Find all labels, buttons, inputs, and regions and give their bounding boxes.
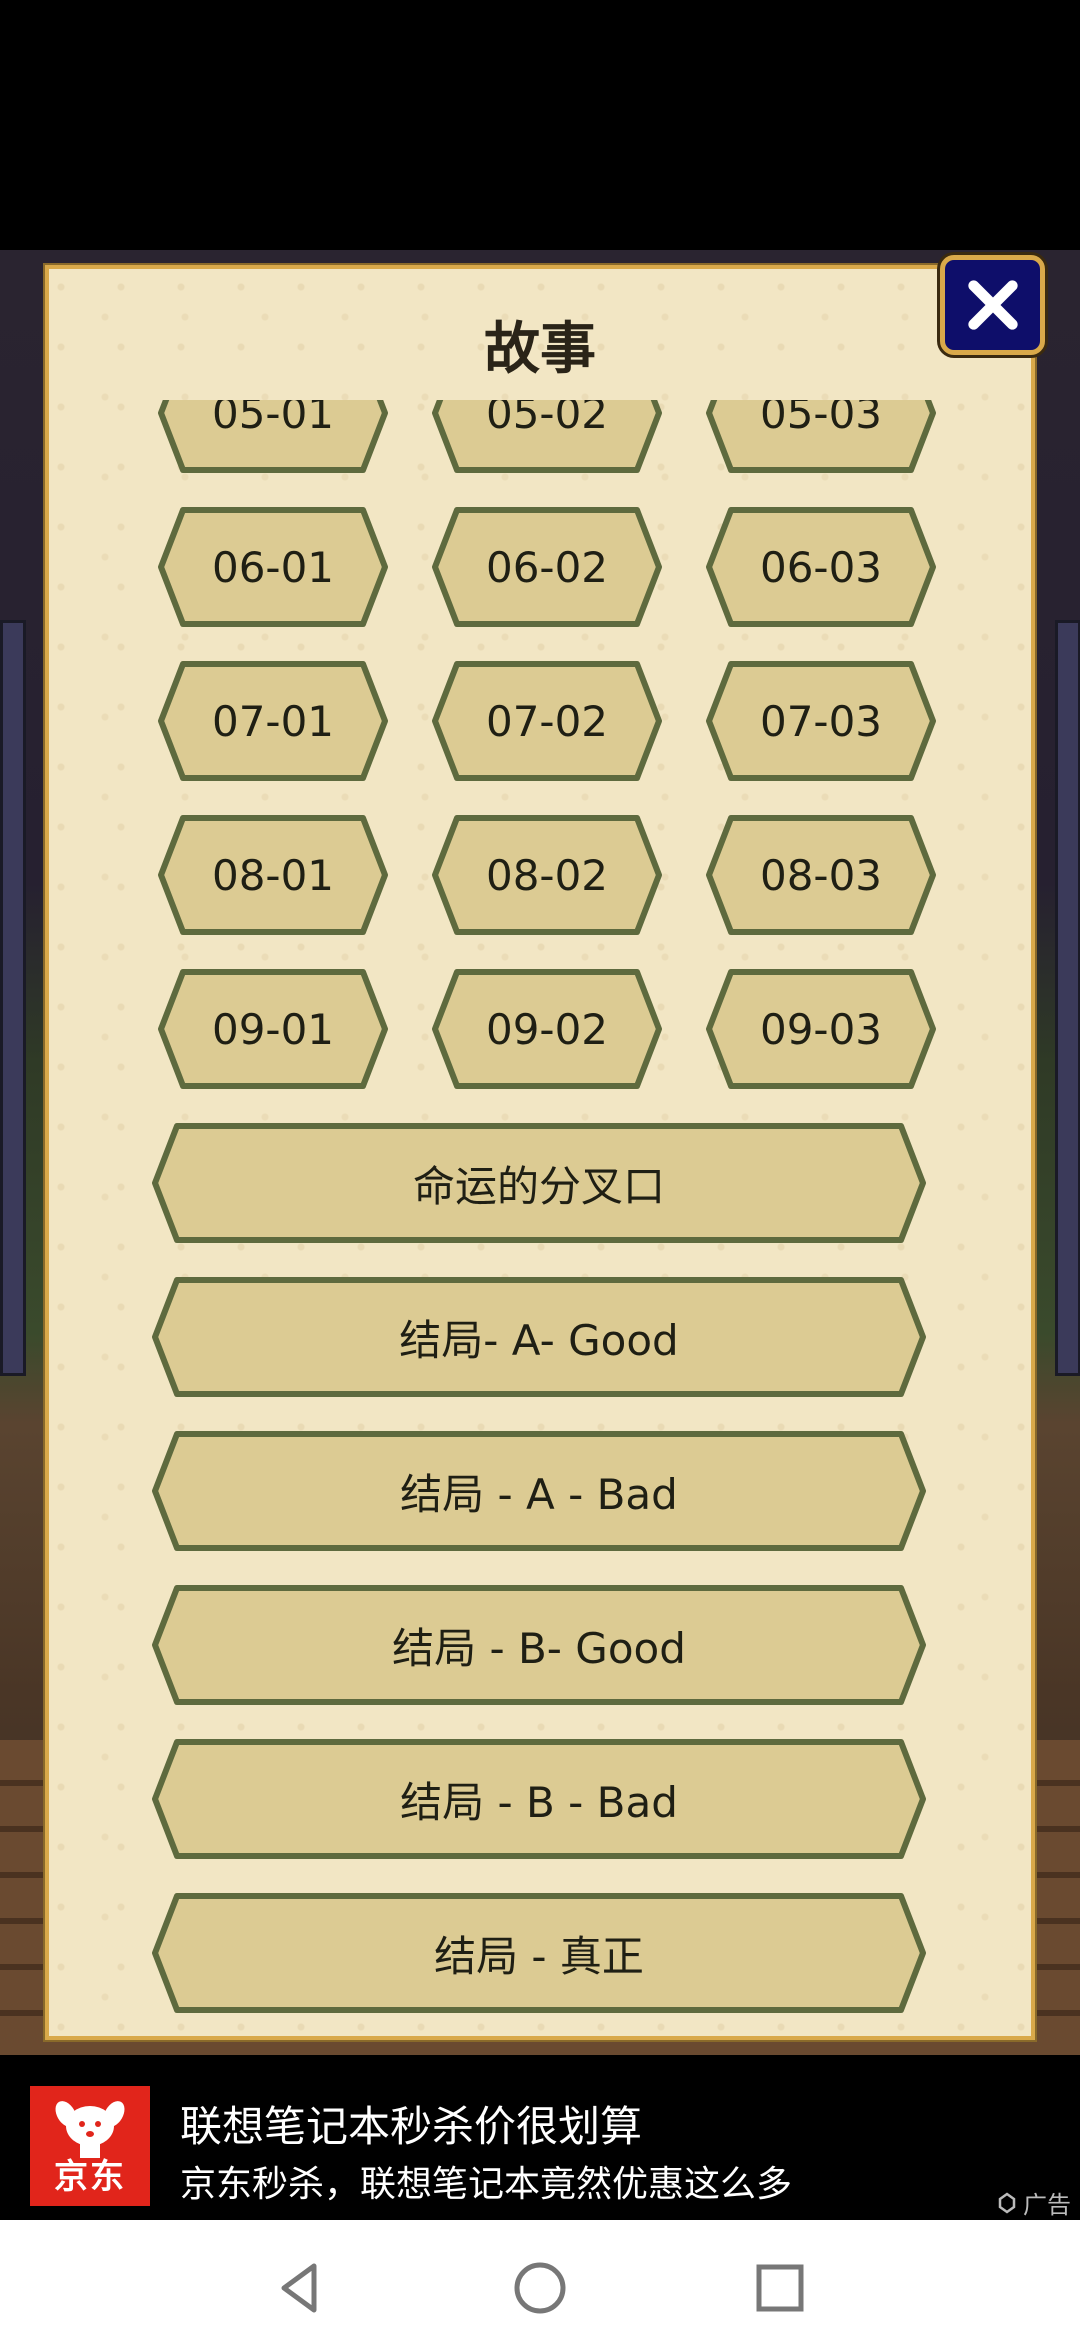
chapter-button[interactable]: 05-01 [157,400,389,474]
chapter-button[interactable]: 06-03 [705,506,937,628]
jd-dog-icon [55,2101,125,2158]
chapter-button[interactable]: 07-02 [431,660,663,782]
chapter-button[interactable]: 08-02 [431,814,663,936]
chapter-label: 08-02 [485,850,609,900]
ad-label: 广告 [995,2185,1071,2220]
chapter-label: 07-03 [759,696,883,746]
chapter-label: 06-02 [485,542,609,592]
ending-button[interactable]: 结局 - B- Good [151,1584,927,1706]
close-icon [967,280,1018,330]
chapter-button[interactable]: 09-02 [431,968,663,1090]
chapter-button[interactable]: 05-02 [431,400,663,474]
chapter-label: 06-01 [211,542,335,592]
background-pillar [0,620,26,1376]
chapter-button[interactable]: 09-01 [157,968,389,1090]
home-circle-icon[interactable] [510,2258,570,2318]
chapter-button[interactable]: 05-03 [705,400,937,474]
ending-button[interactable]: 结局 - B - Bad [151,1738,927,1860]
chapter-button[interactable]: 06-02 [431,506,663,628]
ending-button[interactable]: 结局 - A - Bad [151,1430,927,1552]
jd-logo: 京东 [30,2086,150,2206]
chapter-label: 05-02 [485,400,609,438]
ending-button[interactable]: 结局 - 真正 [151,1892,927,2014]
ending-label: 命运的分叉口 [412,1161,665,1211]
ending-label: 结局 - B- Good [392,1623,686,1673]
chapter-button[interactable]: 08-01 [157,814,389,936]
ending-label: 结局- A- Good [399,1315,679,1365]
chapter-button[interactable]: 07-03 [705,660,937,782]
ad-choice-icon [998,2191,1016,2214]
chapter-button[interactable]: 06-01 [157,506,389,628]
ad-banner[interactable]: 京东 联想笔记本秒杀价很划算 京东秒杀，联想笔记本竟然优惠这么多 广告 [0,2055,1080,2220]
chapter-button[interactable]: 09-03 [705,968,937,1090]
story-list[interactable]: 05-01 05-02 05-03 06-01 06-02 06-03 07-01 07-02… [45,400,1035,2020]
chapter-button[interactable]: 07-01 [157,660,389,782]
chapter-label: 07-01 [211,696,335,746]
ending-label: 结局 - B - Bad [400,1777,678,1827]
chapter-label: 09-03 [759,1004,883,1054]
ending-button[interactable]: 结局- A- Good [151,1276,927,1398]
chapter-label: 05-03 [759,400,883,438]
chapter-label: 08-01 [211,850,335,900]
ad-tag-text: 广告 [1023,2191,1071,2219]
chapter-label: 07-02 [485,696,609,746]
background-pillar [1055,620,1080,1376]
ending-label: 结局 - 真正 [434,1931,644,1981]
chapter-label: 05-01 [211,400,335,438]
system-nav-bar [0,2220,1080,2340]
chapter-label: 06-03 [759,542,883,592]
ending-button[interactable]: 命运的分叉口 [151,1122,927,1244]
ad-subtitle[interactable]: 京东秒杀，联想笔记本竟然优惠这么多 [180,2155,792,2207]
chapter-label: 09-02 [485,1004,609,1054]
panel-title: 故事 [484,317,596,382]
chapter-label: 08-03 [759,850,883,900]
ending-label: 结局 - A - Bad [400,1469,678,1519]
close-button[interactable] [940,255,1045,355]
chapter-button[interactable]: 08-03 [705,814,937,936]
chapter-label: 09-01 [211,1004,335,1054]
recents-square-icon[interactable] [750,2258,810,2318]
ad-title[interactable]: 联想笔记本秒杀价很划算 [180,2093,642,2154]
back-triangle-icon[interactable] [270,2258,330,2318]
